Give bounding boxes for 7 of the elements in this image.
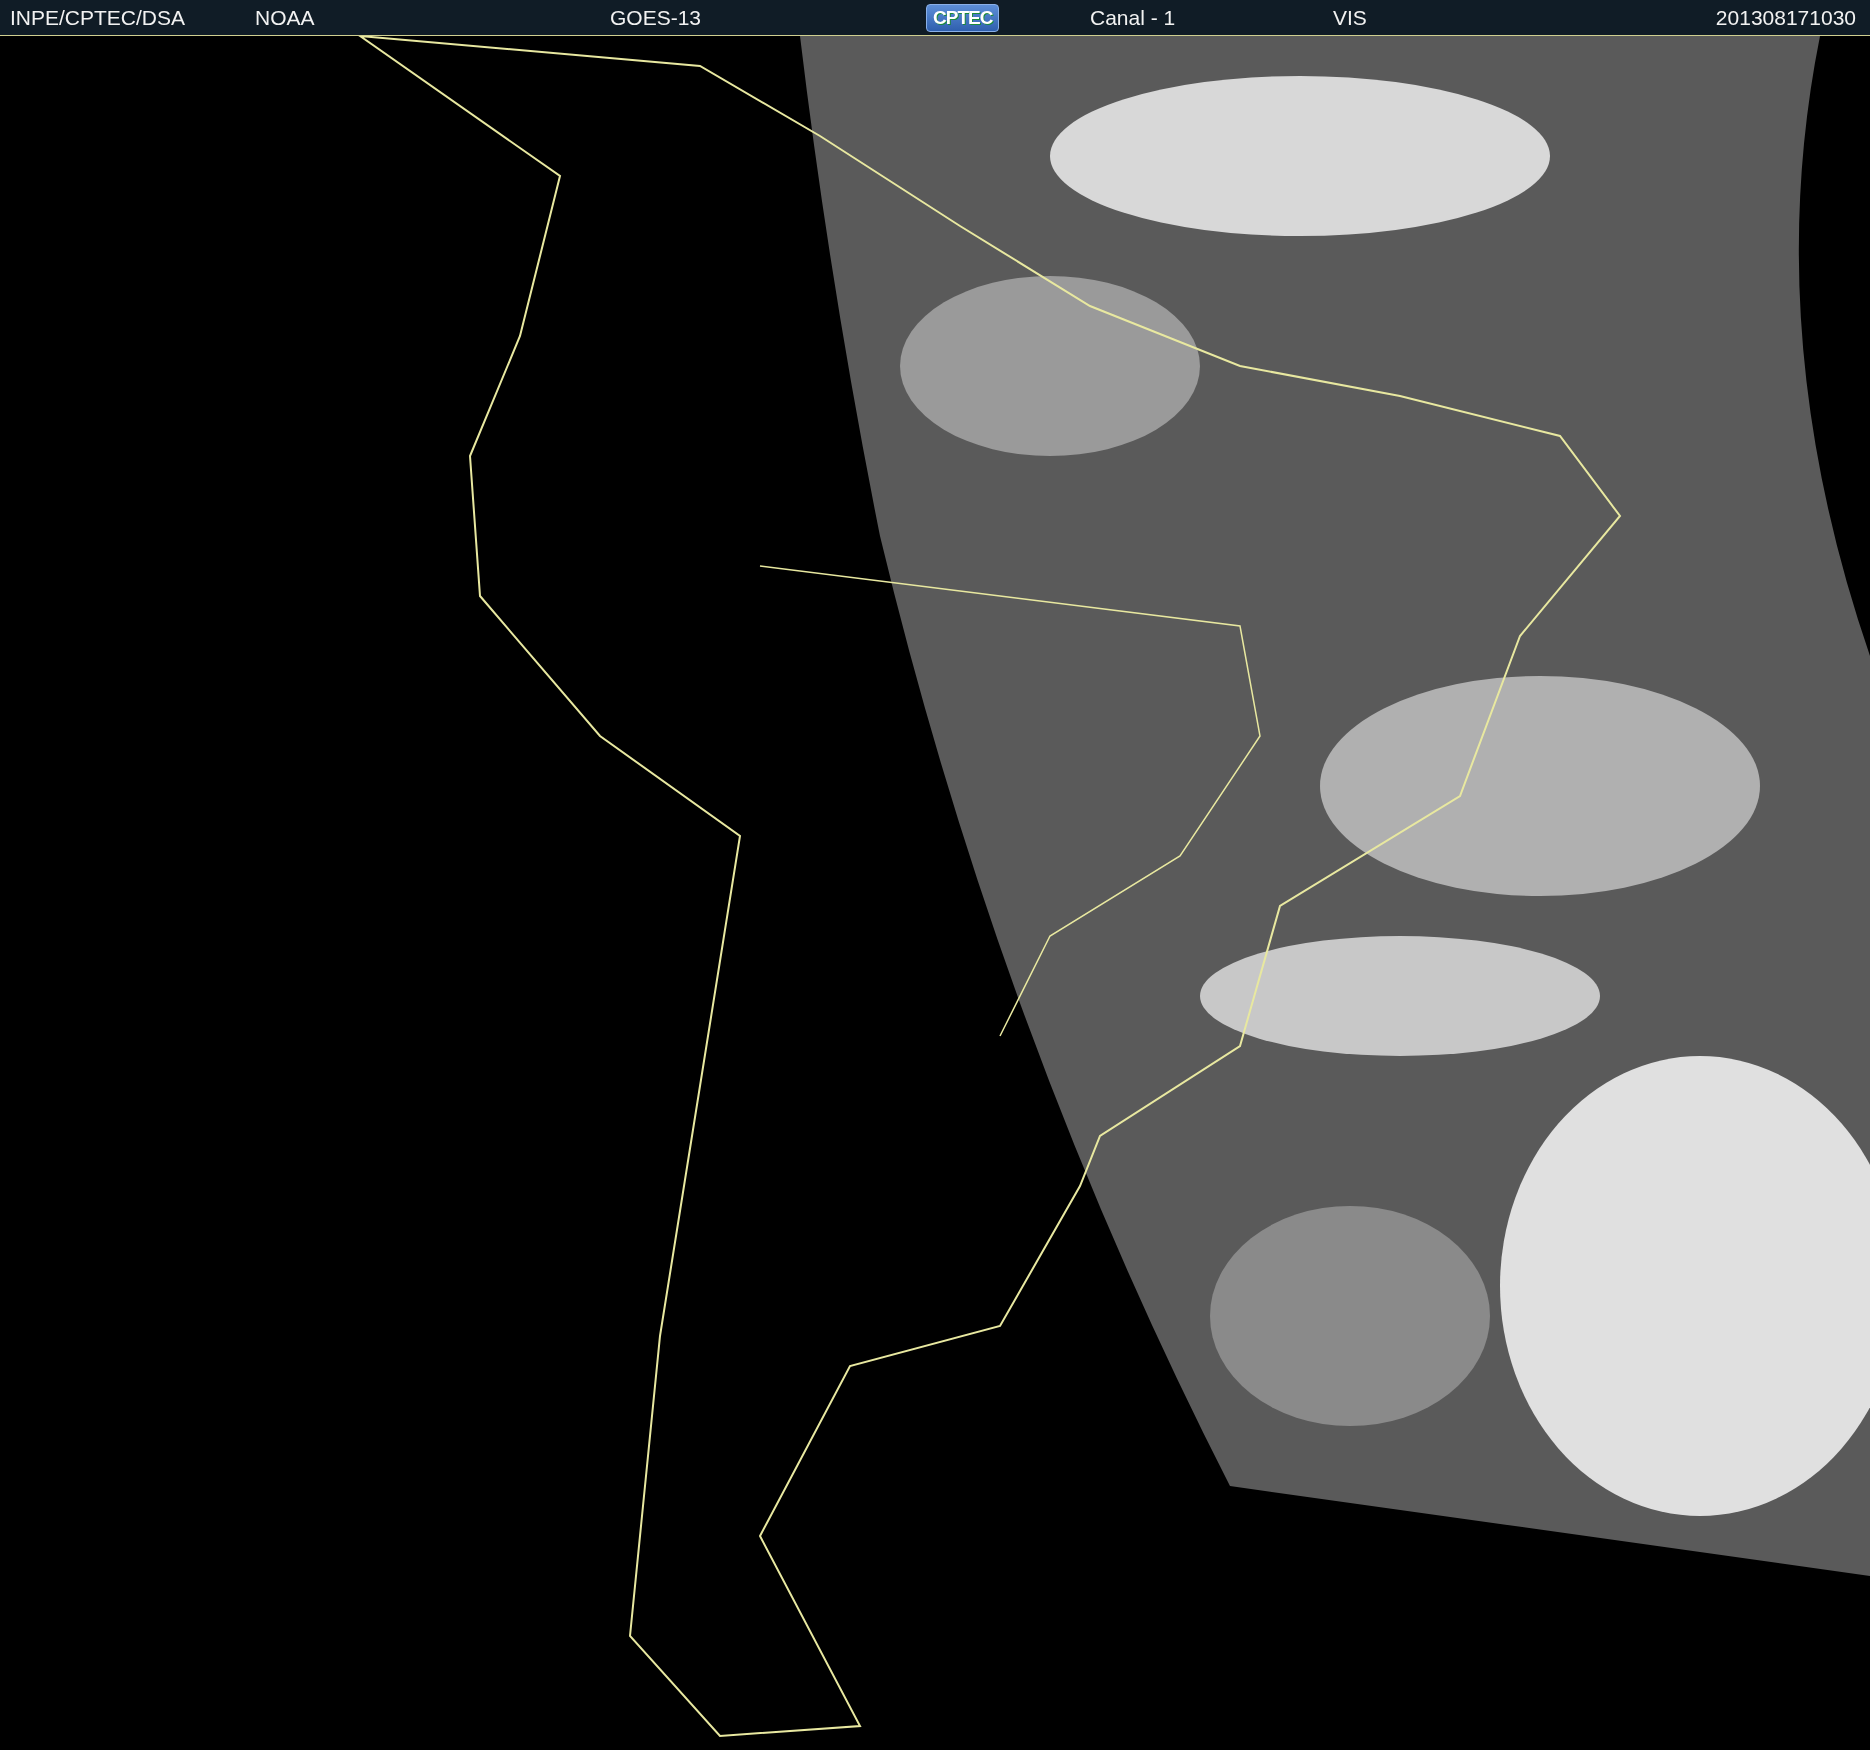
satellite-label: GOES-13	[610, 5, 703, 30]
channel-label: Canal - 1	[1090, 5, 1177, 30]
band-label: VIS	[1333, 5, 1368, 30]
timestamp-label: 201308171030	[1715, 5, 1856, 30]
logo: CPTEC	[926, 3, 1000, 32]
source-label: INPE/CPTEC/DSA	[10, 5, 187, 30]
agency-label: NOAA	[255, 5, 316, 30]
